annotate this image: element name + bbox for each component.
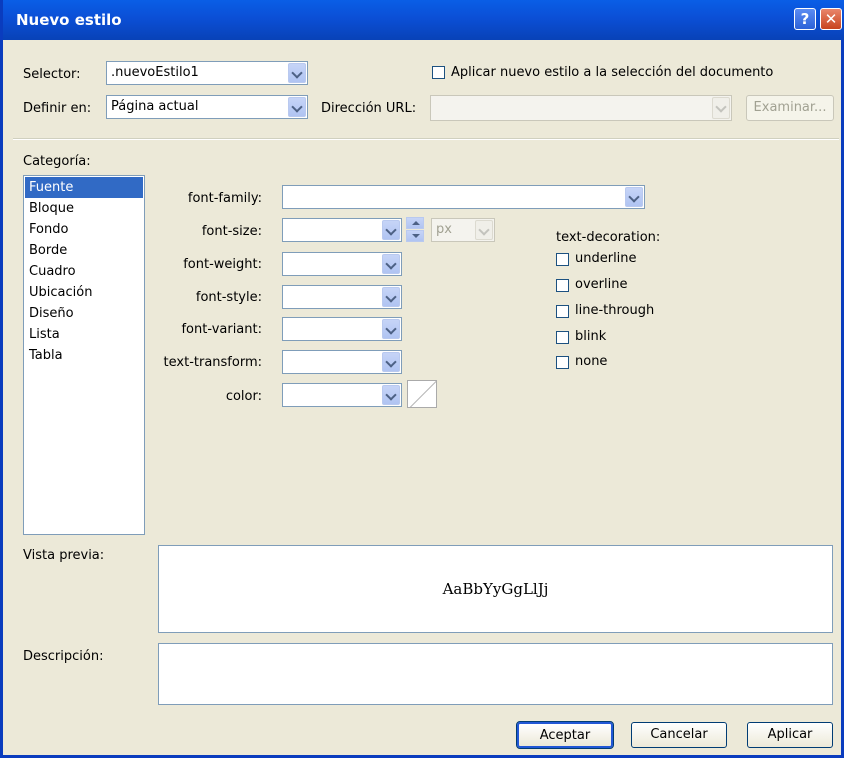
close-button[interactable]: ✕ — [820, 8, 842, 30]
chevron-down-icon[interactable] — [288, 63, 306, 83]
browse-button[interactable]: Examinar... — [746, 95, 834, 121]
line-through-label[interactable]: line-through — [575, 303, 654, 318]
font-size-combobox[interactable] — [282, 218, 402, 242]
font-size-spinner[interactable] — [406, 217, 426, 243]
chevron-down-icon[interactable] — [625, 187, 643, 207]
chevron-down-icon[interactable] — [382, 287, 400, 307]
text-transform-label: text-transform: — [163, 355, 262, 370]
chevron-down-icon[interactable] — [382, 319, 400, 339]
chevron-down-icon[interactable] — [382, 220, 400, 240]
category-item-fondo[interactable]: Fondo — [25, 219, 143, 240]
preview-sample-text: AaBbYyGgLlJj — [442, 580, 549, 598]
define-in-value: Página actual — [111, 99, 199, 114]
apply-to-selection-label[interactable]: Aplicar nuevo estilo a la selección del … — [451, 65, 773, 80]
cancel-button[interactable]: Cancelar — [631, 722, 727, 748]
category-item-cuadro[interactable]: Cuadro — [25, 261, 143, 282]
color-dropdown[interactable] — [282, 383, 402, 407]
category-item-tabla[interactable]: Tabla — [25, 345, 143, 366]
help-icon: ? — [800, 10, 810, 28]
text-decoration-label: text-decoration: — [556, 230, 661, 245]
category-item-bloque[interactable]: Bloque — [25, 198, 143, 219]
help-button[interactable]: ? — [794, 8, 816, 30]
category-item-lista[interactable]: Lista — [25, 324, 143, 345]
font-weight-label: font-weight: — [183, 257, 262, 272]
blink-checkbox[interactable] — [556, 331, 569, 344]
ok-button[interactable]: Aceptar — [516, 721, 614, 749]
chevron-down-icon[interactable] — [382, 385, 400, 405]
underline-checkbox[interactable] — [556, 253, 569, 266]
font-size-unit-value: px — [436, 222, 452, 237]
url-combobox[interactable] — [430, 95, 732, 121]
apply-button[interactable]: Aplicar — [747, 722, 833, 748]
no-color-icon — [408, 381, 436, 407]
title-bar[interactable]: Nuevo estilo ? ✕ — [3, 0, 844, 40]
dialog-title: Nuevo estilo — [16, 11, 122, 29]
font-variant-dropdown[interactable] — [282, 317, 402, 341]
url-label: Dirección URL: — [321, 101, 417, 116]
new-style-dialog: Nuevo estilo ? ✕ Selector: .nuevoEstilo1… — [0, 0, 844, 758]
category-item-fuente[interactable]: Fuente — [25, 177, 143, 198]
chevron-down-icon[interactable] — [382, 254, 400, 274]
spin-down-icon[interactable] — [406, 230, 424, 242]
chevron-down-icon — [475, 220, 493, 240]
category-item-diseno[interactable]: Diseño — [25, 303, 143, 324]
preview-label: Vista previa: — [23, 548, 105, 563]
font-family-dropdown[interactable] — [282, 185, 645, 209]
description-box — [158, 643, 833, 705]
overline-checkbox[interactable] — [556, 279, 569, 292]
selector-label: Selector: — [23, 67, 81, 82]
category-label: Categoría: — [23, 154, 91, 169]
category-item-borde[interactable]: Borde — [25, 240, 143, 261]
preview-box: AaBbYyGgLlJj — [158, 545, 833, 633]
none-label[interactable]: none — [575, 354, 607, 369]
category-list[interactable]: Fuente Bloque Fondo Borde Cuadro Ubicaci… — [23, 175, 145, 535]
spin-up-icon[interactable] — [406, 217, 424, 229]
apply-to-selection-checkbox[interactable] — [432, 66, 445, 79]
define-in-label: Definir en: — [23, 101, 92, 116]
define-in-dropdown[interactable]: Página actual — [106, 95, 308, 119]
chevron-down-icon — [712, 97, 730, 119]
font-variant-label: font-variant: — [181, 322, 262, 337]
overline-label[interactable]: overline — [575, 277, 627, 292]
none-checkbox[interactable] — [556, 356, 569, 369]
font-weight-dropdown[interactable] — [282, 252, 402, 276]
font-size-label: font-size: — [201, 224, 262, 239]
description-label: Descripción: — [23, 649, 104, 664]
underline-label[interactable]: underline — [575, 251, 637, 266]
close-icon: ✕ — [824, 10, 838, 28]
text-transform-dropdown[interactable] — [282, 350, 402, 374]
font-style-label: font-style: — [195, 290, 262, 305]
selector-value: .nuevoEstilo1 — [111, 65, 199, 80]
color-picker-swatch[interactable] — [407, 380, 437, 408]
chevron-down-icon[interactable] — [288, 97, 306, 117]
color-label: color: — [225, 389, 262, 404]
font-size-unit-dropdown[interactable]: px — [431, 218, 495, 242]
chevron-down-icon[interactable] — [382, 352, 400, 372]
category-item-ubicacion[interactable]: Ubicación — [25, 282, 143, 303]
blink-label[interactable]: blink — [575, 329, 606, 344]
line-through-checkbox[interactable] — [556, 305, 569, 318]
selector-combobox[interactable]: .nuevoEstilo1 — [106, 61, 308, 85]
font-style-dropdown[interactable] — [282, 285, 402, 309]
separator — [13, 138, 839, 140]
font-family-label: font-family: — [187, 191, 262, 206]
